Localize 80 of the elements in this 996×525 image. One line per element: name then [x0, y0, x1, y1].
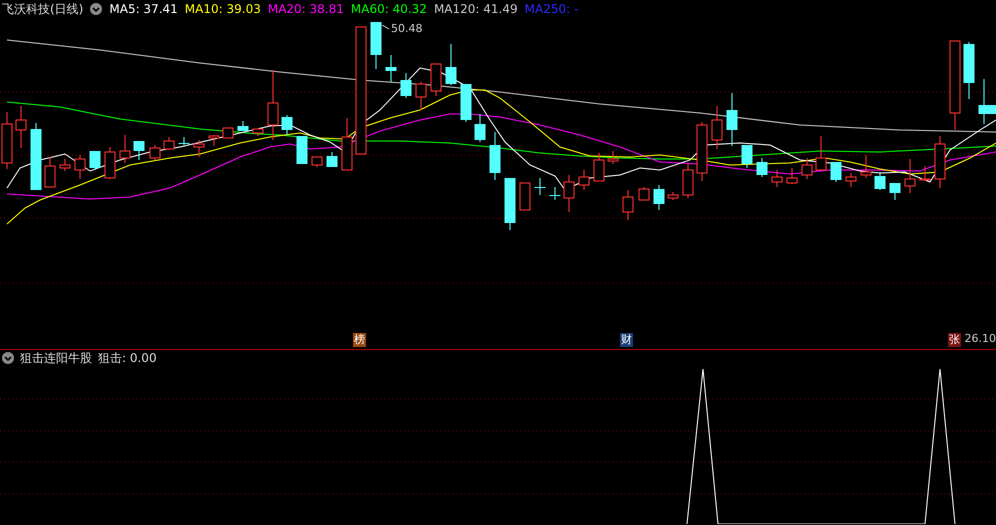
candlestick: [16, 106, 26, 148]
candlestick: [638, 186, 650, 200]
candlestick: [668, 192, 678, 200]
candlestick: [252, 128, 264, 136]
candlestick: [756, 158, 768, 178]
candlestick: [654, 184, 664, 210]
leader-line: [382, 24, 390, 30]
candlestick: [312, 156, 322, 168]
candlestick: [534, 178, 546, 196]
candlestick: [326, 152, 338, 168]
candlestick: [60, 158, 70, 172]
candlestick: [44, 156, 56, 188]
candlestick: [504, 178, 516, 230]
event-marker[interactable]: 榜: [353, 333, 366, 347]
candlestick: [74, 154, 86, 180]
candlestick: [802, 158, 812, 180]
stock-title: 飞沃科技(日线): [2, 0, 84, 18]
candlestick: [104, 146, 116, 180]
candlestick: [520, 182, 530, 210]
candlestick: [830, 162, 842, 182]
candlestick: [564, 174, 574, 212]
candlestick: [742, 144, 752, 168]
candlestick: [874, 172, 886, 190]
candlestick: [134, 140, 144, 160]
candlestick: [578, 170, 590, 190]
candlestick: [120, 134, 130, 164]
candlestick: [934, 136, 946, 188]
moving-average-value: MA5: 37.41: [109, 2, 178, 16]
candlestick: [164, 136, 174, 150]
candlestick: [222, 128, 234, 138]
candlestick: [208, 134, 220, 146]
candlestick: [178, 136, 190, 146]
moving-average-value: MA20: 38.81: [268, 2, 344, 16]
candlestick: [622, 190, 634, 220]
candlestick: [682, 162, 694, 198]
moving-average-value: MA250: -: [524, 2, 578, 16]
candlestick: [920, 166, 930, 180]
low-price-label: 26.10: [964, 332, 996, 345]
indicator-title: 狙击连阳牛股: [20, 350, 92, 366]
candlestick: [550, 186, 560, 200]
candlestick: [238, 120, 248, 132]
moving-average-value: MA10: 39.03: [184, 2, 261, 16]
candlestick: [608, 150, 618, 164]
event-marker[interactable]: 财: [620, 333, 633, 347]
candlestick: [460, 84, 472, 122]
candlestick: [282, 114, 292, 136]
candlestick: [400, 72, 412, 98]
candlestick: [430, 64, 442, 96]
moving-average-value: MA60: 40.32: [350, 2, 427, 16]
high-price-label: 50.48: [391, 22, 422, 35]
dropdown-icon[interactable]: [2, 352, 14, 364]
candlestick: [194, 140, 204, 158]
candlestick: [594, 152, 604, 182]
candlestick: [90, 150, 100, 170]
moving-average-value: MA120: 41.49: [434, 2, 518, 16]
candlestick: [150, 144, 160, 160]
candlestick: [890, 182, 900, 200]
dropdown-icon[interactable]: [90, 3, 102, 15]
candlestick: [860, 154, 872, 178]
candlestick: [416, 82, 426, 110]
candlestick: [490, 132, 500, 180]
candlestick: [296, 136, 308, 164]
candlestick: [904, 158, 916, 194]
candlestick: [964, 42, 974, 100]
event-marker[interactable]: 张: [948, 333, 961, 347]
candlestick: [386, 54, 396, 82]
candlestick: [370, 22, 382, 70]
indicator-value: 狙击: 0.00: [98, 350, 157, 366]
candlestick: [268, 70, 278, 140]
candlestick: [30, 122, 42, 190]
candlestick: [786, 168, 798, 184]
candlestick: [816, 136, 826, 170]
candlestick: [446, 44, 456, 86]
candlestick: [474, 114, 486, 142]
candlestick: [712, 106, 722, 150]
candlestick: [696, 122, 708, 182]
candlestick: [726, 92, 738, 146]
candlestick: [846, 172, 856, 188]
candlestick: [772, 170, 782, 188]
candlestick: [342, 118, 352, 170]
